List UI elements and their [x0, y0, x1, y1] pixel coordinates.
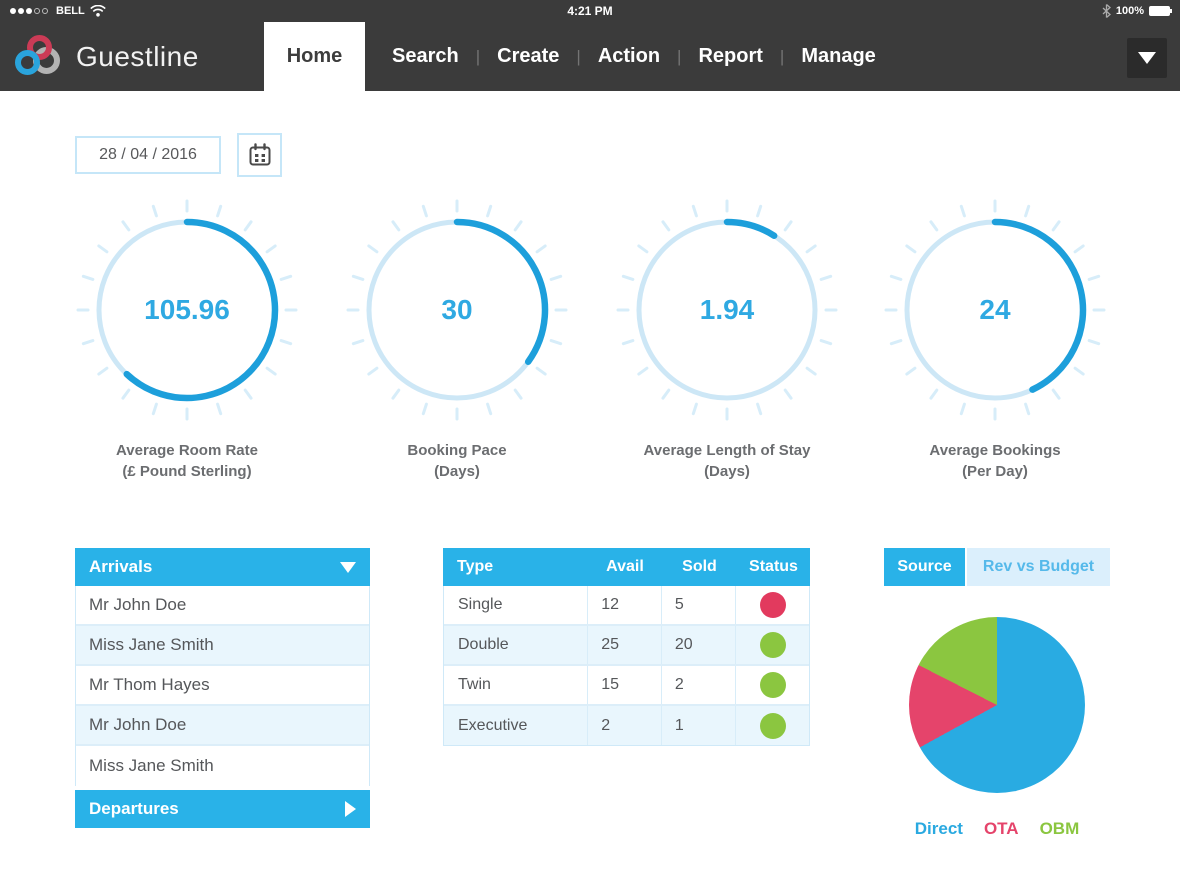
gauge-label-line: Average Length of Stay — [607, 440, 847, 461]
tab-action[interactable]: Action — [581, 45, 677, 68]
table-header-row: TypeAvailSoldStatus — [443, 548, 810, 586]
chevron-down-icon — [340, 562, 356, 573]
kpi-gauge: 105.96 Average Room Rate(£ Pound Sterling… — [67, 192, 307, 482]
cell-type: Double — [444, 626, 588, 664]
cell-avail: 15 — [588, 666, 662, 704]
list-item[interactable]: Mr John Doe — [76, 706, 369, 746]
kpi-gauge: 24 Average Bookings(Per Day) — [875, 192, 1115, 482]
chevron-right-icon — [345, 801, 356, 817]
date-picker-row: 28 / 04 / 2016 — [75, 133, 282, 177]
cell-status — [736, 626, 809, 664]
list-item[interactable]: Miss Jane Smith — [76, 746, 369, 786]
status-dot-green — [760, 713, 786, 739]
calendar-button[interactable] — [237, 133, 282, 177]
table-body: Single125Double2520Twin152Executive21 — [443, 586, 810, 746]
gauge-value: 24 — [877, 192, 1113, 428]
tab-report[interactable]: Report — [681, 45, 779, 68]
departures-header-label: Departures — [89, 799, 179, 819]
gauge-ring: 1.94 — [609, 192, 845, 428]
gauge-label-line: Average Room Rate — [67, 440, 307, 461]
tab-rev-vs-budget[interactable]: Rev vs Budget — [967, 548, 1110, 586]
column-header: Sold — [662, 548, 737, 586]
tab-create[interactable]: Create — [480, 45, 576, 68]
cell-sold: 5 — [662, 586, 737, 624]
list-item[interactable]: Miss Jane Smith — [76, 626, 369, 666]
date-input[interactable]: 28 / 04 / 2016 — [75, 136, 221, 174]
gauge-value: 30 — [339, 192, 575, 428]
arrivals-header[interactable]: Arrivals — [75, 548, 370, 586]
status-dot-green — [760, 632, 786, 658]
clock: 4:21 PM — [0, 4, 1180, 18]
gauge-ring: 24 — [877, 192, 1113, 428]
guestline-logo-icon — [14, 34, 62, 80]
source-tabs: SourceRev vs Budget — [884, 548, 1110, 586]
cell-sold: 20 — [662, 626, 737, 664]
gauge-label-line: (Days) — [337, 461, 577, 482]
app-frame: BELL 4:21 PM 100% Guestline HomeSearch|C… — [0, 0, 1180, 884]
room-availability-table: TypeAvailSoldStatus Single125Double2520T… — [443, 548, 810, 746]
tab-source[interactable]: Source — [884, 548, 965, 586]
gauge-ring: 105.96 — [69, 192, 305, 428]
column-header: Status — [737, 548, 810, 586]
table-row: Executive21 — [444, 706, 809, 746]
departures-header[interactable]: Departures — [75, 790, 370, 828]
status-dot-green — [760, 672, 786, 698]
nav-dropdown-button[interactable] — [1127, 38, 1167, 78]
column-header: Type — [443, 548, 588, 586]
arrivals-panel: Arrivals Mr John DoeMiss Jane SmithMr Th… — [75, 548, 370, 828]
gauge-ring: 30 — [339, 192, 575, 428]
gauge-label: Average Bookings(Per Day) — [875, 440, 1115, 482]
chevron-down-icon — [1138, 52, 1156, 64]
source-pie-chart — [909, 617, 1085, 793]
cell-avail: 25 — [588, 626, 662, 664]
calendar-icon — [248, 143, 272, 167]
gauge-label-line: (Per Day) — [875, 461, 1115, 482]
gauge-label-line: Booking Pace — [337, 440, 577, 461]
gauge-label: Average Room Rate(£ Pound Sterling) — [67, 440, 307, 482]
gauge-value: 105.96 — [69, 192, 305, 428]
cell-avail: 2 — [588, 706, 662, 745]
gauge-label-line: (Days) — [607, 461, 847, 482]
tab-manage[interactable]: Manage — [784, 45, 892, 68]
list-item[interactable]: Mr Thom Hayes — [76, 666, 369, 706]
dashboard: 28 / 04 / 2016 105.96 Average Room Rate(£… — [0, 91, 1180, 884]
arrivals-header-label: Arrivals — [89, 557, 152, 577]
cell-type: Single — [444, 586, 588, 624]
legend-item-obm: OBM — [1040, 819, 1080, 839]
nav-bar: Guestline HomeSearch|Create|Action|Repor… — [0, 22, 1180, 91]
cell-avail: 12 — [588, 586, 662, 624]
cell-status — [736, 666, 809, 704]
tab-search[interactable]: Search — [375, 45, 476, 68]
list-item[interactable]: Mr John Doe — [76, 586, 369, 626]
cell-sold: 2 — [662, 666, 737, 704]
gauge-label-line: (£ Pound Sterling) — [67, 461, 307, 482]
brand[interactable]: Guestline — [14, 34, 199, 80]
tab-home[interactable]: Home — [264, 22, 365, 91]
gauge-label: Booking Pace(Days) — [337, 440, 577, 482]
table-row: Double2520 — [444, 626, 809, 666]
cell-status — [736, 706, 809, 745]
legend-item-ota: OTA — [984, 819, 1019, 839]
gauge-label: Average Length of Stay(Days) — [607, 440, 847, 482]
gauge-label-line: Average Bookings — [875, 440, 1115, 461]
column-header: Avail — [588, 548, 662, 586]
battery-icon — [1149, 6, 1170, 16]
pie-legend: Direct OTA OBM — [884, 819, 1110, 839]
status-dot-red — [760, 592, 786, 618]
gauge-value: 1.94 — [609, 192, 845, 428]
legend-item-direct: Direct — [915, 819, 963, 839]
source-panel: SourceRev vs Budget Direct OTA OBM — [884, 548, 1110, 839]
kpi-gauge: 30 Booking Pace(Days) — [337, 192, 577, 482]
status-bar: BELL 4:21 PM 100% — [0, 0, 1180, 22]
table-row: Single125 — [444, 586, 809, 626]
kpi-gauge: 1.94 Average Length of Stay(Days) — [607, 192, 847, 482]
arrivals-list: Mr John DoeMiss Jane SmithMr Thom HayesM… — [75, 586, 370, 786]
cell-type: Twin — [444, 666, 588, 704]
cell-sold: 1 — [662, 706, 737, 745]
cell-type: Executive — [444, 706, 588, 745]
cell-status — [736, 586, 809, 624]
table-row: Twin152 — [444, 666, 809, 706]
primary-nav: HomeSearch|Create|Action|Report|Manage — [264, 22, 893, 91]
brand-name: Guestline — [76, 41, 199, 73]
